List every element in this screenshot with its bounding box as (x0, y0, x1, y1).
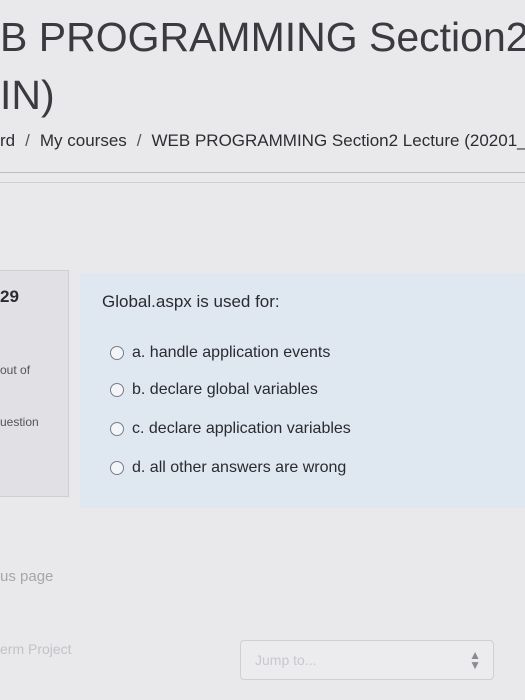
answer-option-b[interactable]: b. declare global variables (110, 378, 318, 402)
question-text: Global.aspx is used for: (102, 292, 280, 311)
breadcrumb-my-courses[interactable]: My courses (40, 131, 127, 150)
header-divider-secondary (0, 182, 525, 183)
page-title: B PROGRAMMING Section2 L IN) (0, 8, 525, 124)
radio-button[interactable] (110, 422, 124, 436)
answer-option-d[interactable]: d. all other answers are wrong (110, 456, 346, 480)
breadcrumb: rd / My courses / WEB PROGRAMMING Section2 L… (0, 131, 525, 151)
question-number: 29 (0, 287, 19, 306)
answer-option-label: c. declare application variables (132, 420, 351, 437)
page-title-line-1: B PROGRAMMING Section2 L (0, 14, 525, 60)
answer-option-a[interactable]: a. handle application events (110, 341, 330, 365)
question-panel: Global.aspx is used for: a. handle appli… (80, 273, 525, 508)
previous-activity-link[interactable]: erm Project (0, 641, 72, 657)
breadcrumb-course[interactable]: WEB PROGRAMMING Section2 Lecture (20201_… (152, 131, 525, 150)
radio-button[interactable] (110, 383, 124, 397)
breadcrumb-dashboard[interactable]: rd (0, 131, 15, 150)
answer-option-label: b. declare global variables (132, 381, 318, 398)
answer-option-c[interactable]: c. declare application variables (110, 417, 351, 441)
jump-to-select[interactable]: Jump to... ▲ ▼ (240, 640, 494, 680)
radio-button[interactable] (110, 461, 124, 475)
select-arrows-icon: ▲ ▼ (469, 648, 481, 672)
jump-to-placeholder: Jump to... (255, 652, 317, 668)
previous-page-button[interactable]: us page (0, 568, 53, 585)
answer-option-label: d. all other answers are wrong (132, 459, 347, 476)
page-title-line-2: IN) (0, 72, 55, 118)
breadcrumb-separator: / (136, 131, 142, 150)
question-mark-text: out of (0, 363, 31, 377)
question-info-box: 29 out of uestion (0, 270, 69, 497)
flag-question-link[interactable]: uestion (0, 415, 39, 429)
answer-option-label: a. handle application events (132, 344, 331, 361)
radio-button[interactable] (110, 346, 124, 360)
header-divider (0, 172, 525, 173)
breadcrumb-separator: / (25, 131, 30, 150)
